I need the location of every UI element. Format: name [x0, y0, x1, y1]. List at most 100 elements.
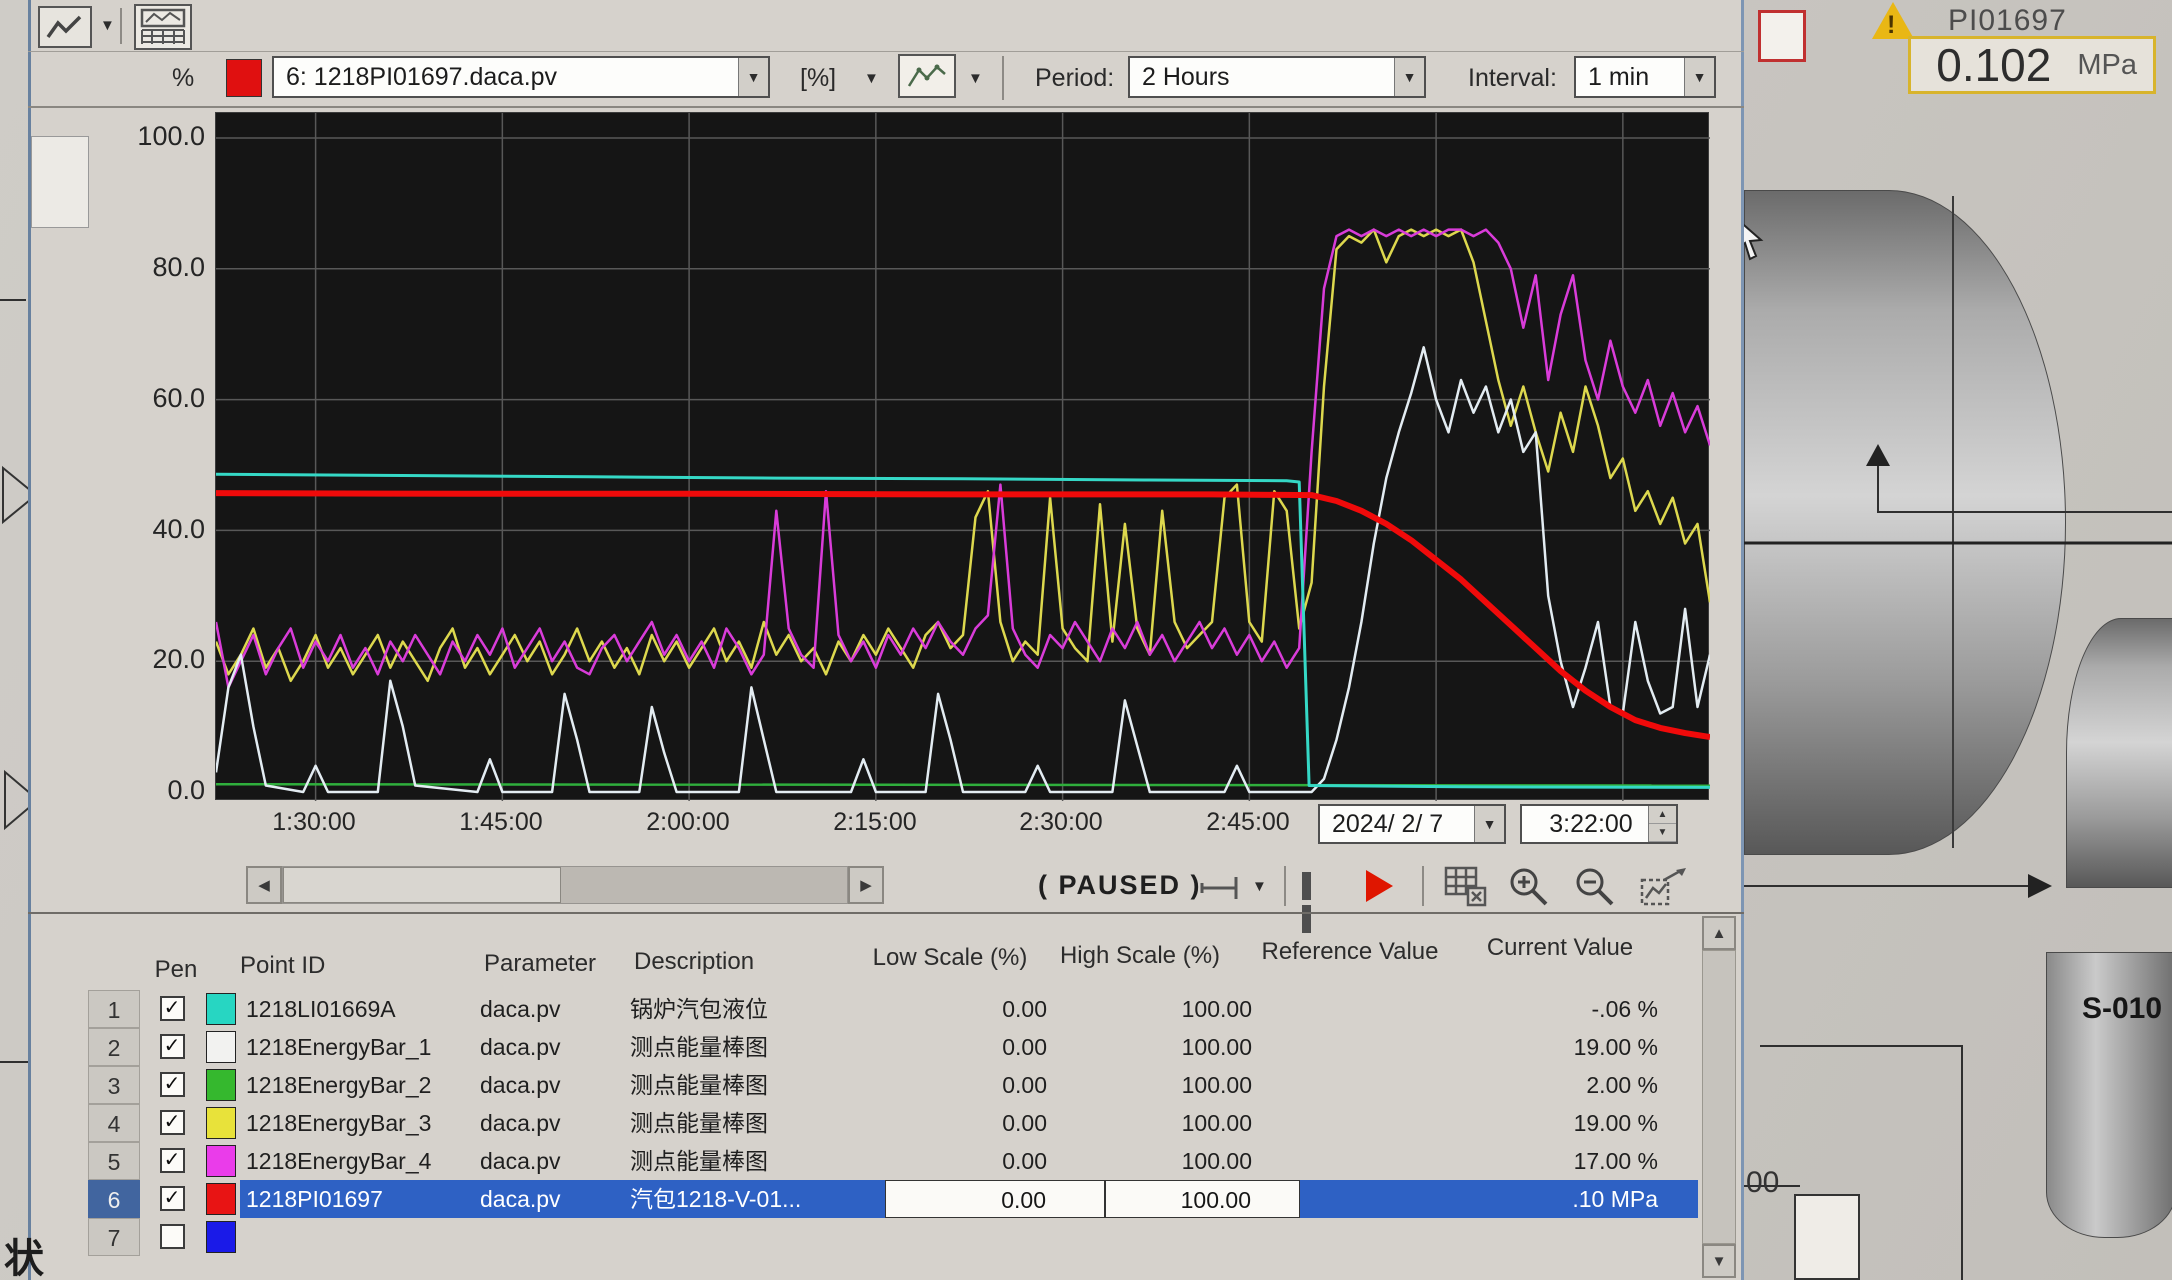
pen-checkbox[interactable]: ✓: [160, 1072, 185, 1097]
date-dropdown-arrow[interactable]: ▼: [1474, 806, 1504, 842]
reference-value-cell: [1300, 990, 1475, 1028]
low-scale-cell[interactable]: 0.00: [885, 1066, 1105, 1104]
time-scrollbar-thumb[interactable]: [283, 867, 561, 903]
pen-checkbox[interactable]: ✓: [160, 1110, 185, 1135]
y-axis-label: 80.0: [93, 252, 205, 283]
scroll-right-button[interactable]: ▶: [848, 866, 884, 904]
trend-table-view-button[interactable]: [134, 4, 192, 50]
high-scale-cell[interactable]: 100.00: [1105, 1066, 1300, 1104]
x-axis-label: 2:00:00: [603, 808, 773, 837]
trend-view-button[interactable]: [38, 6, 92, 48]
pen-checkbox[interactable]: ✓: [160, 1034, 185, 1059]
zoom-in-icon[interactable]: [1508, 866, 1550, 908]
x-axis-label: 2:15:00: [790, 808, 960, 837]
description-cell: 锅炉汽包液位: [630, 990, 885, 1028]
pen-checkbox[interactable]: ✓: [160, 1148, 185, 1173]
high-scale-cell[interactable]: 100.00: [1105, 1104, 1300, 1142]
pen-selector-dropdown-arrow[interactable]: ▼: [738, 58, 768, 96]
table-row[interactable]: 4 ✓ 1218EnergyBar_3 daca.pv 测点能量棒图 0.00 …: [88, 1104, 1698, 1142]
pen-color-swatch: [206, 1221, 236, 1253]
selected-pen-color-swatch: [226, 59, 262, 97]
interval-label: Interval:: [1468, 64, 1557, 93]
table-row[interactable]: 5 ✓ 1218EnergyBar_4 daca.pv 测点能量棒图 0.00 …: [88, 1142, 1698, 1180]
trend-line-icon: [44, 11, 86, 43]
current-value-cell: [1475, 1218, 1698, 1256]
table-scrollbar-track[interactable]: [1702, 950, 1736, 1244]
export-table-icon[interactable]: [1444, 866, 1488, 908]
time-scrollbar-track[interactable]: [282, 866, 848, 904]
pen-checkbox[interactable]: ✓: [160, 1186, 185, 1211]
high-scale-cell[interactable]: 100.00: [1105, 1180, 1300, 1218]
pressure-unit: MPa: [2077, 49, 2137, 82]
reference-value-cell: [1300, 1104, 1475, 1142]
pen-checkbox[interactable]: ✓: [160, 996, 185, 1021]
description-cell: 测点能量棒图: [630, 1066, 885, 1104]
header-point-id[interactable]: Point ID: [240, 952, 325, 980]
table-scroll-up-button[interactable]: ▲: [1702, 916, 1736, 950]
header-current-value[interactable]: Current Value: [1450, 934, 1670, 962]
parameter-cell: daca.pv: [480, 1104, 630, 1142]
scroll-left-button[interactable]: ◀: [246, 866, 282, 904]
top-strip-separator: [120, 8, 122, 44]
trend-series-1218EnergyBar_3: [216, 230, 1710, 681]
export-chart-icon[interactable]: [1640, 866, 1688, 908]
chart-plot-area[interactable]: [215, 112, 1709, 800]
table-row[interactable]: 6 ✓ 1218PI01697 daca.pv 汽包1218-V-01... 0…: [88, 1180, 1698, 1218]
status-paused: ( PAUSED ): [1038, 870, 1202, 901]
header-description[interactable]: Description: [634, 948, 754, 976]
header-parameter[interactable]: Parameter: [484, 950, 596, 978]
period-combobox[interactable]: 2 Hours ▼: [1128, 56, 1426, 98]
reference-value-cell: [1300, 1218, 1475, 1256]
corner-box: [31, 136, 89, 228]
high-scale-cell[interactable]: 100.00: [1105, 1028, 1300, 1066]
toolbar-separator: [1002, 56, 1004, 100]
pause-button[interactable]: [1302, 872, 1332, 902]
low-scale-cell[interactable]: 0.00: [885, 1142, 1105, 1180]
high-scale-cell[interactable]: 100.00: [1105, 1142, 1300, 1180]
chart-style-dropdown-arrow[interactable]: ▼: [968, 70, 983, 87]
description-cell: 汽包1218-V-01...: [630, 1180, 885, 1218]
low-scale-cell[interactable]: [885, 1218, 1105, 1256]
window-top-strip: [28, 0, 1744, 52]
interval-combobox[interactable]: 1 min ▼: [1574, 56, 1716, 98]
cursor-tool-icon[interactable]: [1200, 874, 1246, 902]
current-value-cell: 2.00 %: [1475, 1066, 1698, 1104]
date-picker[interactable]: 2024/ 2/ 7 ▼: [1318, 804, 1506, 844]
header-reference-value[interactable]: Reference Value: [1240, 938, 1460, 966]
pen-selector-value: 6: 1218PI01697.daca.pv: [274, 63, 738, 92]
pen-selector-combobox[interactable]: 6: 1218PI01697.daca.pv ▼: [272, 56, 770, 98]
time-spinner-buttons[interactable]: ▲▼: [1648, 806, 1676, 842]
nav-separator-2: [1422, 866, 1424, 906]
table-row[interactable]: 3 ✓ 1218EnergyBar_2 daca.pv 测点能量棒图 0.00 …: [88, 1066, 1698, 1104]
high-scale-cell[interactable]: [1105, 1218, 1300, 1256]
high-scale-cell[interactable]: 100.00: [1105, 990, 1300, 1028]
scale-mode-dropdown-arrow[interactable]: ▼: [864, 70, 879, 87]
period-dropdown-arrow[interactable]: ▼: [1394, 58, 1424, 96]
zoom-out-icon[interactable]: [1574, 866, 1616, 908]
scale-mode-button[interactable]: [%]: [800, 64, 836, 93]
table-row[interactable]: 1 ✓ 1218LI01669A daca.pv 锅炉汽包液位 0.00 100…: [88, 990, 1698, 1028]
header-high-scale[interactable]: High Scale (%): [1030, 942, 1250, 970]
row-number-cell: 6: [88, 1180, 140, 1218]
header-pen[interactable]: Pen: [148, 956, 204, 984]
pen-color-swatch: [206, 1183, 236, 1215]
y-axis-label: 20.0: [93, 644, 205, 675]
chart-style-button[interactable]: [898, 54, 956, 98]
header-low-scale[interactable]: Low Scale (%): [840, 944, 1060, 972]
cursor-tool-dropdown-arrow[interactable]: ▼: [1252, 878, 1267, 895]
trend-view-dropdown-arrow[interactable]: ▼: [100, 17, 115, 34]
low-scale-cell[interactable]: 0.00: [885, 1104, 1105, 1142]
low-scale-cell[interactable]: 0.00: [885, 1180, 1105, 1218]
low-scale-cell[interactable]: 0.00: [885, 1028, 1105, 1066]
table-row[interactable]: 7: [88, 1218, 1698, 1256]
table-row[interactable]: 2 ✓ 1218EnergyBar_1 daca.pv 测点能量棒图 0.00 …: [88, 1028, 1698, 1066]
low-scale-cell[interactable]: 0.00: [885, 990, 1105, 1028]
interval-dropdown-arrow[interactable]: ▼: [1684, 58, 1714, 96]
point-id-cell: 1218PI01697: [240, 1180, 480, 1218]
play-button[interactable]: [1366, 870, 1396, 904]
current-value-cell: 17.00 %: [1475, 1142, 1698, 1180]
table-scroll-down-button[interactable]: ▼: [1702, 1244, 1736, 1278]
chart-style-icon: [905, 60, 949, 92]
pen-checkbox[interactable]: [160, 1224, 185, 1249]
time-spinner[interactable]: 3:22:00 ▲▼: [1520, 804, 1678, 844]
